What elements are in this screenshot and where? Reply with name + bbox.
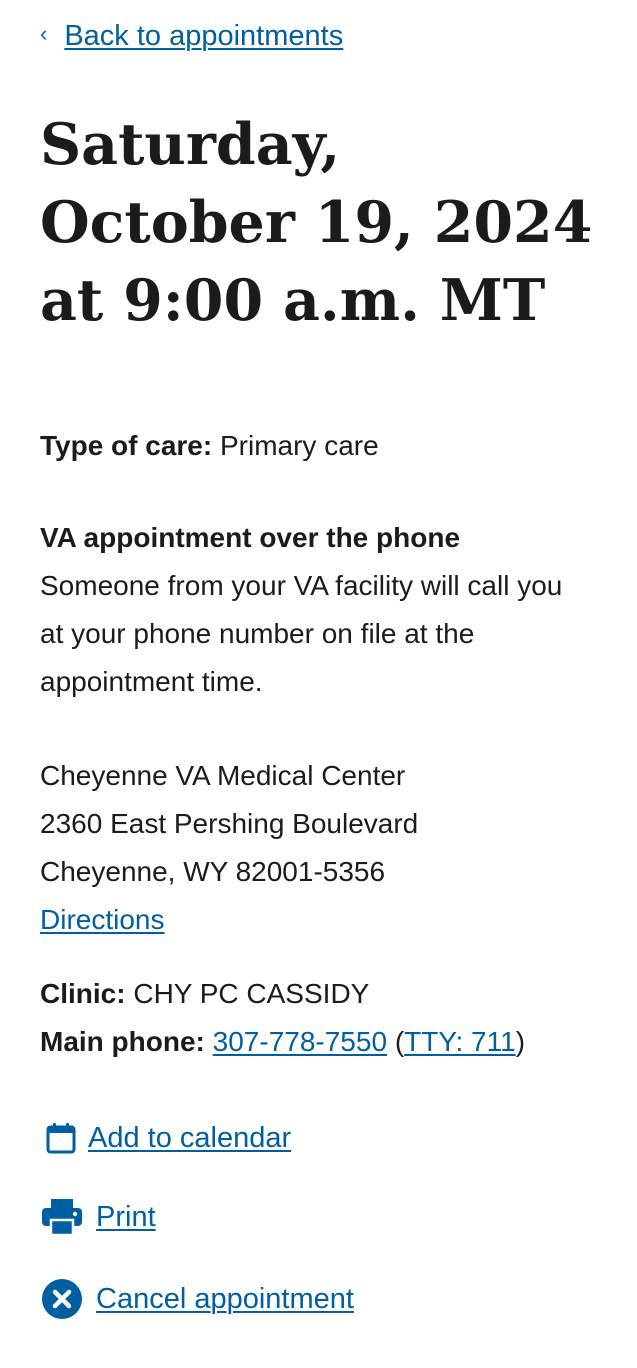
back-to-appointments-link[interactable]: Back to appointments bbox=[64, 14, 343, 58]
main-phone-link[interactable]: 307-778-7550 bbox=[213, 1026, 387, 1057]
page-title: Saturday, October 19, 2024 at 9:00 a.m. … bbox=[40, 111, 593, 334]
main-phone-label: Main phone: bbox=[40, 1026, 205, 1057]
tty-open-paren: ( bbox=[394, 1026, 405, 1057]
tty-close-paren: ) bbox=[515, 1026, 526, 1057]
clinic-label: Clinic: bbox=[40, 978, 126, 1009]
facility-name: Cheyenne VA Medical Center bbox=[40, 760, 406, 791]
appointment-modality: VA appointment over the phone Someone fr… bbox=[40, 514, 590, 706]
cancel-circle-icon bbox=[40, 1277, 84, 1321]
type-of-care: Type of care: Primary care bbox=[40, 422, 379, 470]
type-of-care-value: Primary care bbox=[219, 430, 379, 461]
calendar-icon bbox=[46, 1122, 76, 1154]
add-to-calendar-action[interactable]: Add to calendar bbox=[46, 1116, 291, 1160]
modality-heading: VA appointment over the phone bbox=[40, 522, 461, 553]
clinic-row: Clinic: CHY PC CASSIDY bbox=[40, 970, 525, 1018]
directions-link[interactable]: Directions bbox=[40, 904, 164, 935]
modality-description: Someone from your VA facility will call … bbox=[40, 570, 563, 697]
facility-address: Cheyenne VA Medical Center 2360 East Per… bbox=[40, 752, 418, 944]
print-action[interactable]: Print bbox=[40, 1195, 156, 1239]
facility-address-line1: 2360 East Pershing Boulevard bbox=[40, 808, 419, 839]
facility-address-line2: Cheyenne, WY 82001-5356 bbox=[40, 856, 386, 887]
add-to-calendar-link[interactable]: Add to calendar bbox=[88, 1116, 291, 1160]
print-link[interactable]: Print bbox=[96, 1195, 156, 1239]
clinic-value: CHY PC CASSIDY bbox=[133, 978, 370, 1009]
cancel-appointment-action[interactable]: Cancel appointment bbox=[40, 1277, 354, 1321]
cancel-appointment-link[interactable]: Cancel appointment bbox=[96, 1277, 354, 1321]
chevron-left-icon: ‹ bbox=[40, 21, 48, 46]
type-of-care-label: Type of care: bbox=[40, 430, 213, 461]
main-phone-row: Main phone: 307-778-7550 (TTY: 711) bbox=[40, 1018, 525, 1066]
printer-icon bbox=[40, 1197, 84, 1237]
breadcrumb: ‹ Back to appointments bbox=[40, 14, 343, 58]
clinic-info: Clinic: CHY PC CASSIDY Main phone: 307-7… bbox=[40, 970, 525, 1066]
tty-link[interactable]: TTY: 711 bbox=[404, 1026, 516, 1057]
